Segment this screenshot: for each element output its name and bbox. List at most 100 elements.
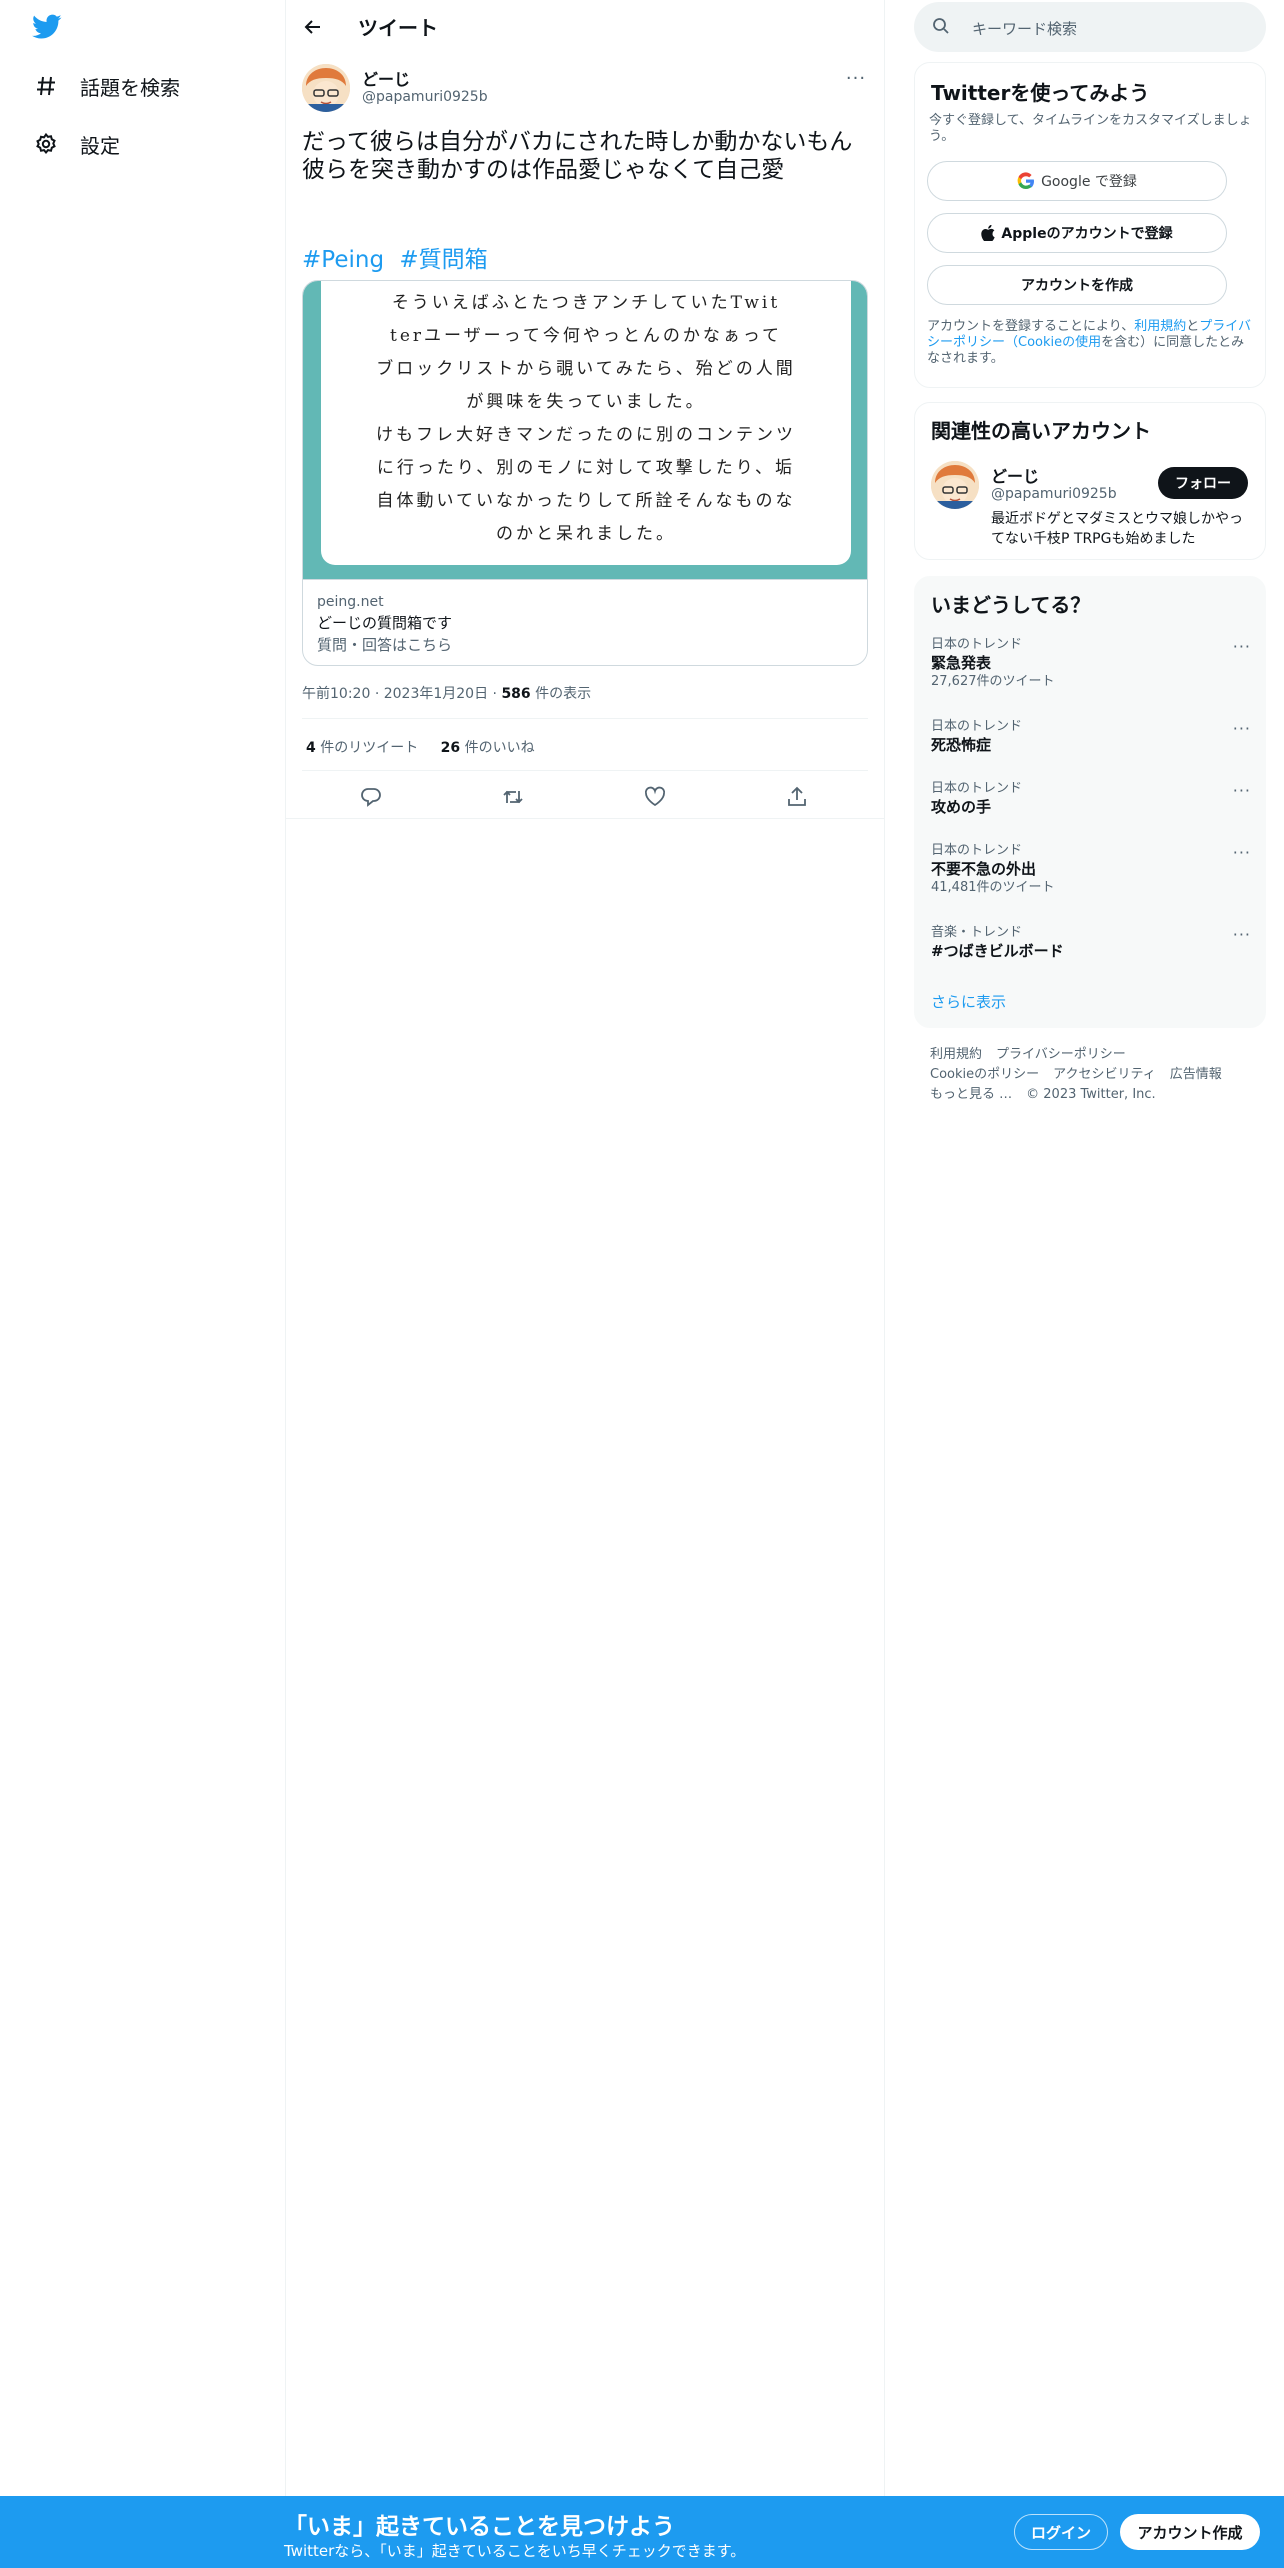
tweet-stats: 4 件のリツイート 26 件のいいね bbox=[306, 737, 535, 757]
footer-link[interactable]: プライバシーポリシー bbox=[996, 1045, 1126, 1065]
banner-title: 「いま」起きていることを見つけよう bbox=[284, 2514, 675, 2540]
avatar[interactable] bbox=[931, 461, 979, 509]
trend-item[interactable]: 日本のトレンド 死恐怖症 ··· bbox=[931, 719, 1251, 755]
trend-item[interactable]: 日本のトレンド 攻めの手 ··· bbox=[931, 781, 1251, 817]
nav-item-explore[interactable]: 話題を検索 bbox=[32, 66, 180, 106]
page-title: ツイート bbox=[358, 16, 438, 40]
card-image-line: 自体動いていなかったりして所詮そんなものな bbox=[376, 491, 796, 511]
footer-link[interactable]: 広告情報 bbox=[1170, 1065, 1222, 1085]
retweet-icon[interactable] bbox=[500, 784, 526, 810]
google-signup-button[interactable]: Google で登録 bbox=[927, 161, 1227, 201]
more-options-icon[interactable]: ··· bbox=[1233, 637, 1251, 656]
more-options-icon[interactable]: ··· bbox=[844, 66, 868, 90]
terms-link[interactable]: 利用規約 bbox=[1134, 319, 1186, 334]
create-account-button[interactable]: アカウントを作成 bbox=[927, 265, 1227, 305]
author-handle[interactable]: @papamuri0925b bbox=[362, 89, 488, 105]
trend-count: 27,627件のツイート bbox=[931, 674, 1055, 689]
apple-icon bbox=[981, 225, 996, 241]
hashtag-icon bbox=[32, 72, 60, 100]
search-box[interactable]: キーワード検索 bbox=[914, 2, 1266, 52]
divider bbox=[285, 0, 286, 2496]
tweet-time[interactable]: 午前10:20 bbox=[302, 686, 370, 702]
relevant-title: 関連性の高いアカウント bbox=[931, 419, 1151, 443]
card-image-line: ブロックリストから覗いてみたら、殆どの人間 bbox=[376, 359, 796, 379]
trend-context: 日本のトレンド bbox=[931, 719, 1023, 734]
card-domain: peing.net bbox=[317, 594, 384, 610]
divider bbox=[302, 718, 868, 719]
relevant-accounts-box: 関連性の高いアカウント どーじ @papamuri0925b フォロー 最近ボド… bbox=[914, 402, 1266, 560]
bottom-banner: 「いま」起きていることを見つけよう Twitterなら、「いま」起きていることを… bbox=[0, 2496, 1284, 2568]
apple-signup-label: Appleのアカウントで登録 bbox=[1001, 226, 1173, 242]
signup-button[interactable]: アカウント作成 bbox=[1120, 2514, 1260, 2550]
back-arrow-icon[interactable] bbox=[296, 10, 330, 44]
card-description: 質問・回答はこちら bbox=[317, 636, 453, 654]
trend-name: 不要不急の外出 bbox=[931, 860, 1037, 878]
author-name[interactable]: どーじ bbox=[362, 66, 410, 90]
divider bbox=[286, 818, 884, 819]
heart-icon[interactable] bbox=[642, 784, 668, 810]
copyright: © 2023 Twitter, Inc. bbox=[1026, 1087, 1156, 1102]
footer-link[interactable]: Cookieのポリシー bbox=[930, 1065, 1039, 1085]
trend-item[interactable]: 日本のトレンド 不要不急の外出 41,481件のツイート ··· bbox=[931, 843, 1251, 897]
card-image-line: そういえばふとたつきアンチしていたTwit bbox=[391, 293, 781, 313]
likes-label: 件のいいね bbox=[464, 740, 535, 756]
left-nav: 話題を検索 設定 bbox=[0, 0, 285, 2568]
card-image-paper: そういえばふとたつきアンチしていたTwit terユーザーって今何やっとんのかな… bbox=[321, 281, 851, 565]
show-more-link[interactable]: さらに表示 bbox=[931, 991, 1006, 1012]
reply-icon[interactable] bbox=[358, 784, 384, 810]
more-options-icon[interactable]: ··· bbox=[1233, 781, 1251, 800]
follow-button[interactable]: フォロー bbox=[1158, 467, 1248, 499]
divider bbox=[302, 770, 868, 771]
nav-item-settings[interactable]: 設定 bbox=[32, 124, 120, 164]
trend-name: #つばきビルボード bbox=[931, 942, 1064, 960]
more-options-icon[interactable]: ··· bbox=[1233, 925, 1251, 944]
card-image-line: が興味を失っていました。 bbox=[466, 392, 706, 412]
twitter-logo-icon[interactable] bbox=[32, 14, 64, 42]
retweets-label: 件のリツイート bbox=[320, 740, 419, 756]
signup-title: Twitterを使ってみよう bbox=[931, 81, 1150, 105]
hashtag-link[interactable]: #Peing bbox=[302, 247, 384, 273]
top-bar: ツイート bbox=[286, 0, 884, 53]
card-image-line: terユーザーって今何やっとんのかなぁって bbox=[390, 326, 782, 346]
footer-link[interactable]: もっと見る … bbox=[930, 1085, 1012, 1105]
trends-box: いまどうしてる？ 日本のトレンド 緊急発表 27,627件のツイート ··· 日… bbox=[914, 576, 1266, 1028]
relevant-account-handle[interactable]: @papamuri0925b bbox=[991, 486, 1117, 502]
hashtag-link[interactable]: #質問箱 bbox=[399, 247, 487, 273]
hashtags: #Peing #質問箱 bbox=[302, 240, 496, 274]
card-image-line: に行ったり、別のモノに対して攻撃したり、垢 bbox=[376, 458, 796, 478]
legal-text: と bbox=[1186, 319, 1200, 334]
share-icon[interactable] bbox=[784, 784, 810, 810]
tweet-date[interactable]: 2023年1月20日 bbox=[384, 686, 488, 702]
trend-item[interactable]: 日本のトレンド 緊急発表 27,627件のツイート ··· bbox=[931, 637, 1251, 691]
link-card[interactable]: そういえばふとたつきアンチしていたTwit terユーザーって今何やっとんのかな… bbox=[302, 280, 868, 666]
trend-context: 日本のトレンド bbox=[931, 843, 1023, 858]
search-icon bbox=[932, 17, 950, 39]
nav-explore-label: 話題を検索 bbox=[80, 75, 180, 100]
retweets-stat[interactable]: 4 件のリツイート bbox=[306, 740, 418, 756]
card-image: そういえばふとたつきアンチしていたTwit terユーザーって今何やっとんのかな… bbox=[303, 281, 867, 579]
card-image-line: けもフレ大好きマンだったのに別のコンテンツ bbox=[376, 425, 796, 445]
create-account-label: アカウントを作成 bbox=[1021, 278, 1133, 294]
search-input[interactable]: キーワード検索 bbox=[972, 18, 1077, 39]
signup-legal-text: アカウントを登録することにより、利用規約とプライバシーポリシー（Cookieの使… bbox=[927, 319, 1257, 367]
relevant-account-name[interactable]: どーじ bbox=[991, 463, 1039, 487]
gear-icon bbox=[32, 130, 60, 158]
likes-stat[interactable]: 26 件のいいね bbox=[441, 740, 535, 756]
trend-name: 攻めの手 bbox=[931, 798, 992, 816]
likes-count: 26 bbox=[440, 740, 461, 756]
avatar[interactable] bbox=[302, 64, 350, 112]
trend-context: 音楽・トレンド bbox=[931, 925, 1023, 940]
more-options-icon[interactable]: ··· bbox=[1233, 843, 1251, 862]
google-signup-label: Google で登録 bbox=[1041, 174, 1137, 190]
login-button[interactable]: ログイン bbox=[1014, 2514, 1108, 2550]
card-image-line: のかと呆れました。 bbox=[496, 524, 676, 544]
trend-context: 日本のトレンド bbox=[931, 781, 1023, 796]
card-meta: peing.net どーじの質問箱です 質問・回答はこちら bbox=[303, 579, 867, 665]
trend-item[interactable]: 音楽・トレンド #つばきビルボード ··· bbox=[931, 925, 1251, 961]
footer-link[interactable]: 利用規約 bbox=[930, 1045, 982, 1065]
signup-subtitle: 今すぐ登録して、タイムラインをカスタマイズしましょう。 bbox=[929, 113, 1252, 144]
more-options-icon[interactable]: ··· bbox=[1233, 719, 1251, 738]
apple-signup-button[interactable]: Appleのアカウントで登録 bbox=[927, 213, 1227, 253]
footer-link[interactable]: アクセシビリティ bbox=[1053, 1065, 1156, 1085]
tweet-text: だって彼らは自分がバカにされた時しか動かないもん 彼らを突き動かすのは作品愛じゃ… bbox=[302, 129, 853, 183]
